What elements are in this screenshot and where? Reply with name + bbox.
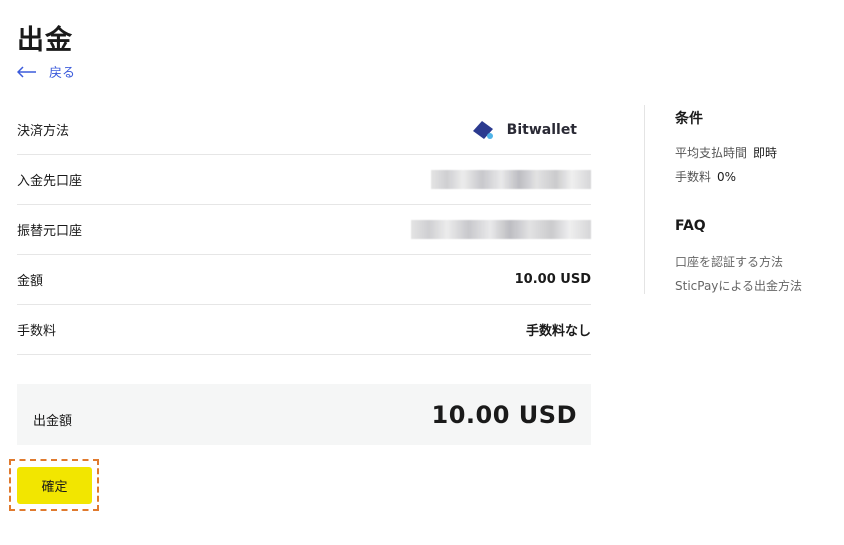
avg-time-line: 平均支払時間 即時: [675, 144, 777, 161]
faq-title: FAQ: [675, 218, 706, 234]
payment-method-brand: Bitwallet: [471, 119, 577, 141]
page-title: 出金: [17, 25, 73, 56]
arrow-left-icon: [17, 65, 36, 78]
total-amount-number: 10.00: [431, 400, 510, 429]
sidebar-divider: [644, 105, 645, 294]
destination-account-redacted: [431, 170, 591, 189]
faq-link-verify-account[interactable]: 口座を認証する方法: [675, 253, 783, 270]
amount-value: 10.00 USD: [514, 272, 591, 287]
source-account-row: 振替元口座: [17, 205, 591, 255]
fee-info-line: 手数料 0%: [675, 168, 736, 185]
payment-method-value: Bitwallet: [506, 121, 577, 138]
faq-link-sticpay-withdraw[interactable]: SticPayによる出金方法: [675, 277, 802, 294]
amount-label: 金額: [17, 274, 44, 289]
fee-value: 手数料なし: [525, 324, 591, 339]
back-link[interactable]: 戻る: [17, 62, 75, 81]
conditions-title: 条件: [675, 111, 703, 127]
payment-method-label: 決済方法: [17, 124, 70, 139]
total-label: 出金額: [33, 414, 73, 429]
withdrawal-total: 出金額 10.00 USD: [17, 384, 591, 445]
avg-time-label: 平均支払時間: [675, 146, 748, 160]
destination-account-label: 入金先口座: [17, 174, 83, 189]
fee-row: 手数料 手数料なし: [17, 305, 591, 355]
fee-info-value: 0%: [717, 170, 737, 184]
source-account-label: 振替元口座: [17, 224, 83, 239]
destination-account-row: 入金先口座: [17, 155, 591, 205]
bitwallet-logo-icon: [472, 120, 493, 139]
confirm-button[interactable]: 確定: [17, 467, 92, 504]
fee-info-label: 手数料: [675, 170, 712, 184]
back-label: 戻る: [49, 66, 76, 81]
payment-method-row: 決済方法 Bitwallet: [17, 105, 591, 155]
withdrawal-details: 決済方法 Bitwallet 入金先口座 振替元口座 金額 10.00 USD …: [17, 105, 591, 355]
total-amount: 10.00 USD: [432, 401, 577, 429]
source-account-redacted: [411, 220, 591, 239]
amount-row: 金額 10.00 USD: [17, 255, 591, 305]
total-currency: USD: [518, 400, 577, 429]
avg-time-value: 即時: [753, 146, 778, 160]
fee-label: 手数料: [17, 324, 57, 339]
